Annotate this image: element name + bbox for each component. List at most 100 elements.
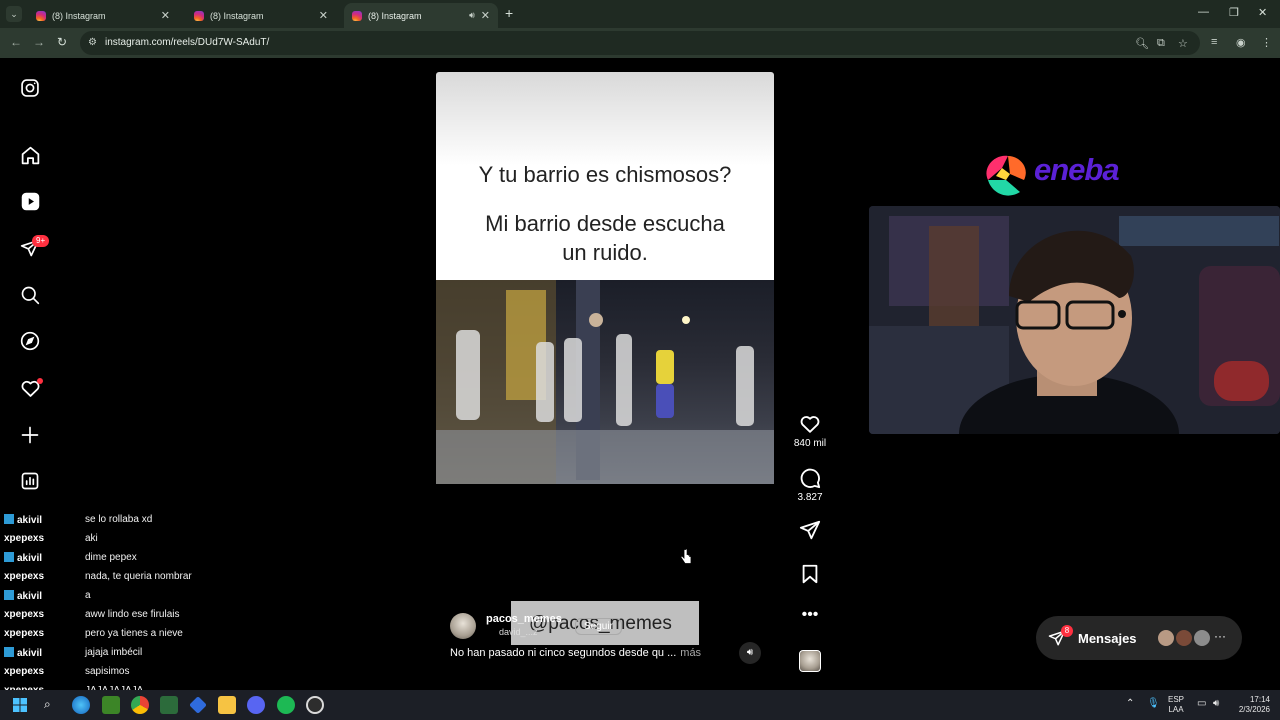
reel-header-line-1: Y tu barrio es chismosos?: [478, 162, 732, 187]
avatar: [1174, 628, 1194, 648]
messages-pill-badge: 8: [1061, 625, 1073, 637]
chat-message-row: xpepexs pero ya tienes a nieve: [2, 624, 302, 643]
chat-username: xpepexs: [4, 628, 44, 639]
install-app-icon[interactable]: ⧉: [1157, 37, 1165, 50]
site-info-icon[interactable]: ⚙: [88, 37, 97, 48]
chat-message-text: sapisimos: [85, 666, 130, 677]
clock[interactable]: 17:14 2/3/2026: [1228, 695, 1270, 715]
close-tab-icon[interactable]: ✕: [481, 9, 490, 22]
messages-pill[interactable]: 8 Mensajes ···: [1036, 616, 1242, 660]
like-button[interactable]: 840 mil: [792, 413, 828, 449]
chat-username: akivil: [4, 646, 43, 659]
input-language[interactable]: ESP LAA: [1168, 695, 1184, 715]
profile-icon[interactable]: ◉: [1236, 36, 1246, 49]
platform-badge-icon: [4, 513, 14, 524]
minimize-icon[interactable]: —: [1198, 6, 1209, 18]
chat-message-row: akivil dime pepex: [2, 548, 302, 567]
audio-playing-icon[interactable]: 🔊︎: [469, 10, 475, 21]
chat-message-text: aki: [85, 533, 98, 544]
save-button[interactable]: [792, 563, 828, 585]
game-app-icon[interactable]: [160, 696, 178, 714]
close-tab-icon[interactable]: ✕: [319, 9, 328, 22]
chat-username: xpepexs: [4, 571, 44, 582]
messages-label: Mensajes: [1078, 631, 1137, 646]
browser-tab-2[interactable]: (8) Instagram ✕: [186, 3, 336, 28]
menu-icon[interactable]: ⋮: [1261, 36, 1272, 49]
chat-username: akivil: [4, 551, 42, 564]
chat-message-row: xpepexs aww lindo ese firulais: [2, 605, 302, 624]
new-tab-button[interactable]: +: [505, 5, 513, 21]
caption-more-link[interactable]: más: [680, 647, 701, 659]
windows-taskbar: ⌕ ⌃ 🎙︎ ESP LAA ▭ 🔊︎ 17:14 2/3/2026: [0, 690, 1280, 720]
reel-caption[interactable]: No han pasado ni cinco segundos desde qu…: [450, 647, 701, 659]
browser-tab-strip: ⌄ (8) Instagram ✕ (8) Instagram ✕ (8) In…: [0, 0, 1280, 28]
tab-title: (8) Instagram: [210, 10, 264, 21]
instagram-favicon-icon: [36, 10, 46, 21]
more-icon[interactable]: ···: [1214, 629, 1226, 643]
app-icon[interactable]: [189, 696, 207, 714]
close-window-icon[interactable]: ✕: [1258, 6, 1267, 19]
search-icon[interactable]: [18, 283, 42, 307]
reel-author-avatar[interactable]: [450, 613, 476, 639]
obs-icon[interactable]: [306, 696, 324, 714]
messages-count-badge: 9+: [32, 235, 50, 247]
reload-icon[interactable]: ↻: [57, 35, 67, 49]
tray-overflow-icon[interactable]: ⌃: [1126, 698, 1134, 709]
dashboard-icon[interactable]: [18, 469, 42, 493]
explore-compass-icon[interactable]: [18, 329, 42, 353]
reels-icon[interactable]: [18, 189, 42, 213]
reel-audio-name[interactable]: david_...z: [499, 627, 538, 637]
close-tab-icon[interactable]: ✕: [161, 9, 170, 22]
comment-icon: [800, 468, 821, 489]
forward-icon[interactable]: →: [33, 35, 45, 49]
audio-thumbnail[interactable]: [792, 650, 828, 672]
tab-title: (8) Instagram: [52, 10, 106, 21]
comment-button[interactable]: 3.827: [792, 467, 828, 503]
eneba-logo-icon: [986, 155, 1026, 196]
follow-button[interactable]: Seguir: [575, 618, 622, 635]
network-icon[interactable]: ▭: [1197, 698, 1206, 709]
chat-username-text: akivil: [17, 647, 43, 659]
volume-tray-icon[interactable]: 🔊︎: [1213, 698, 1219, 709]
browser-toolbar: ← → ↻ ⚙ instagram.com/reels/DUd7W-SAduT/…: [0, 28, 1280, 58]
restore-icon[interactable]: ❐: [1229, 6, 1239, 19]
file-explorer-icon[interactable]: [218, 696, 236, 714]
browser-tab-3-active[interactable]: (8) Instagram 🔊︎ ✕: [344, 3, 498, 28]
media-controls-icon[interactable]: ≡: [1211, 36, 1217, 48]
share-button[interactable]: [792, 519, 828, 541]
home-icon[interactable]: [18, 143, 42, 167]
create-plus-icon[interactable]: [18, 423, 42, 447]
chat-username: xpepexs: [4, 533, 44, 544]
chrome-icon[interactable]: [131, 696, 149, 714]
reel-video-player[interactable]: Y tu barrio es chismosos? Mi barrio desd…: [436, 72, 774, 674]
chat-message-text: aww lindo ese firulais: [85, 609, 180, 620]
reel-author-name[interactable]: pacos_memes: [486, 613, 562, 625]
chat-username-text: akivil: [17, 590, 43, 602]
more-options-icon[interactable]: •••: [792, 606, 828, 624]
microphone-icon[interactable]: 🎙︎: [1147, 698, 1160, 709]
chat-message-text: dime pepex: [85, 552, 137, 563]
platform-badge-icon: [4, 589, 14, 600]
bookmark-star-icon[interactable]: ☆: [1178, 37, 1188, 50]
eneba-logo: eneba: [980, 150, 1120, 207]
tab-search-button[interactable]: ⌄: [6, 6, 22, 22]
edge-icon[interactable]: [72, 696, 90, 714]
discord-icon[interactable]: [247, 696, 265, 714]
minecraft-icon[interactable]: [102, 696, 120, 714]
chat-message-row: xpepexs sapisimos: [2, 662, 302, 681]
reel-video-frame[interactable]: [436, 280, 774, 484]
back-icon[interactable]: ←: [10, 35, 22, 49]
instagram-favicon-icon: [194, 10, 204, 21]
windows-start-icon[interactable]: [13, 698, 27, 712]
volume-icon[interactable]: 🔊︎: [739, 642, 761, 664]
spotify-icon[interactable]: [277, 696, 295, 714]
platform-badge-icon: [4, 551, 14, 562]
zoom-icon[interactable]: 🔍︎: [1135, 37, 1149, 50]
chat-username-text: xpepexs: [4, 571, 45, 582]
taskbar-search-icon[interactable]: ⌕: [44, 697, 51, 712]
address-bar[interactable]: ⚙ instagram.com/reels/DUd7W-SAduT/ 🔍︎ ⧉ …: [80, 31, 1200, 55]
browser-tab-1[interactable]: (8) Instagram ✕: [28, 3, 178, 28]
chat-username: akivil: [4, 589, 43, 602]
chat-username-text: xpepexs: [4, 628, 45, 639]
instagram-logo-icon[interactable]: [18, 76, 42, 100]
